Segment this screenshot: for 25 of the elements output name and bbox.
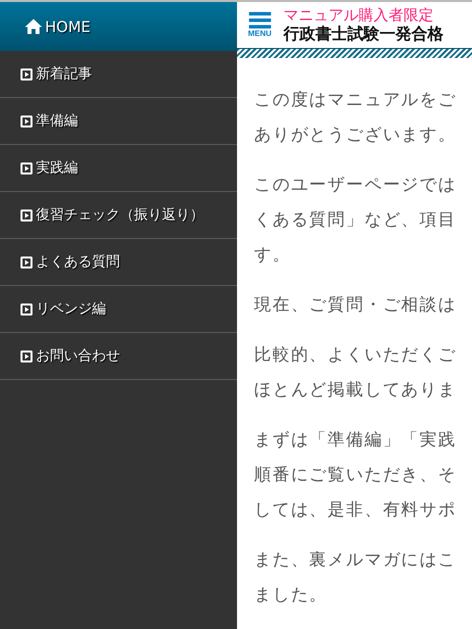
play-square-icon [20,208,33,222]
body-text-line: ありがとうございます。 [254,124,458,147]
tagline: マニュアル購入者限定 [284,7,435,24]
body-text-line: ました。 [254,584,329,607]
body-text-line: 比較的、よくいただくご [254,344,458,367]
sidebar-item[interactable]: HOME [0,2,237,51]
body-text-line: くある質問」など、項目 [254,209,458,232]
body-text-line: す。 [254,244,292,267]
play-square-icon [20,114,33,128]
body-text-line: 順番にご覧いただき、そ [254,464,458,487]
play-square-icon [20,350,33,362]
menu-button[interactable]: MENU [248,12,272,38]
body-text-line: しては、是非、有料サポ [254,499,458,522]
body-text-line: ほとんど掲載してありま [254,379,458,402]
play-square-icon [20,68,33,80]
body-text-line: 現在、ご質問・ご相談は [254,294,458,317]
body-text-line: この度はマニュアルをご [254,89,458,112]
play-square-icon [20,302,33,316]
home-icon [25,19,42,34]
play-square-icon [20,256,33,268]
body-text-line: このユーザーページでは [254,174,458,197]
body-text-line: また、裏メルマガにはこ [254,549,458,572]
play-square-icon [20,162,33,174]
site-title: 行政書士試験一発合格 [284,24,444,43]
body-text-line: まずは「準備編」「実践 [254,429,458,452]
